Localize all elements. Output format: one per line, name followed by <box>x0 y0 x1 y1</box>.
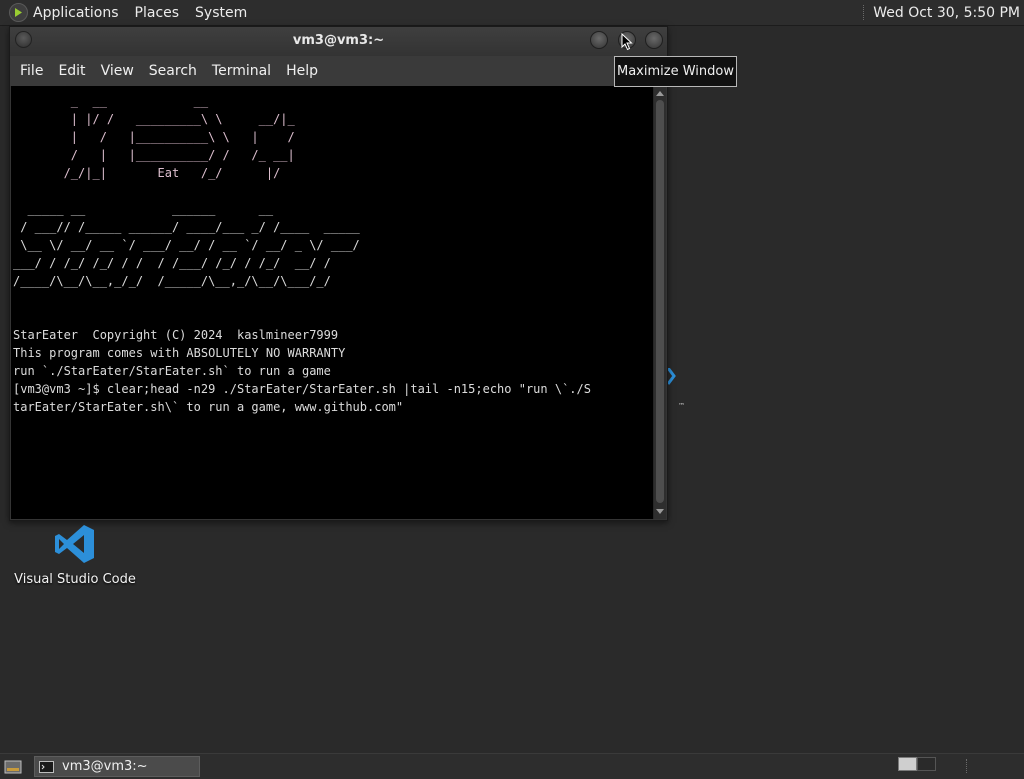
menu-terminal[interactable]: Terminal <box>202 63 271 79</box>
clock[interactable]: Wed Oct 30, 5:50 PM <box>873 5 1020 21</box>
taskbar-label: vm3@vm3:~ <box>62 759 148 774</box>
window-title: vm3@vm3:~ <box>292 33 385 48</box>
ascii-line: | |/ / _________\ \ __/|_ <box>13 112 295 126</box>
top-panel: Applications Places System Wed Oct 30, 5… <box>0 0 1024 26</box>
desktop-icon-vscode[interactable]: Visual Studio Code <box>14 518 136 590</box>
close-button[interactable] <box>645 31 663 49</box>
workspace-1[interactable] <box>898 757 917 771</box>
info-line: run `./StarEater/StarEater.sh` to run a … <box>13 364 331 378</box>
scroll-up-icon[interactable] <box>656 91 664 96</box>
menu-help[interactable]: Help <box>276 63 318 79</box>
scroll-thumb[interactable] <box>656 100 664 503</box>
show-desktop-icon[interactable] <box>3 758 23 776</box>
info-line: This program comes with ABSOLUTELY NO WA… <box>13 346 346 360</box>
window-titlebar[interactable]: vm3@vm3:~ <box>10 27 667 56</box>
menu-places[interactable]: Places <box>135 5 180 21</box>
taskbar-button-terminal[interactable]: vm3@vm3:~ <box>34 756 200 777</box>
terminal-scrollbar[interactable] <box>653 86 666 519</box>
terminal-output[interactable]: _ __ __ | |/ / _________\ \ __/|_ | / |_… <box>11 86 654 519</box>
logo-line: ___/ / /_/ /_/ / / / /___/ /_/ / /_/ __/… <box>13 256 331 270</box>
prompt-line-wrap: tarEater/StarEater.sh\` to run a game, w… <box>13 400 404 414</box>
menu-search[interactable]: Search <box>139 63 197 79</box>
menu-applications[interactable]: Applications <box>33 5 119 21</box>
logo-line: \__ \/ __/ __ `/ ___/ __/ / __ `/ __/ _ … <box>13 238 360 252</box>
mouse-cursor-icon <box>621 33 633 51</box>
maximize-tooltip: Maximize Window <box>614 56 737 87</box>
ascii-line: _ __ __ <box>13 94 209 108</box>
logo-line: /____/\__/\__,_/_/ /_____/\__,_/\__/\___… <box>13 274 331 288</box>
ascii-line: | / |__________\ \ | / <box>13 130 295 144</box>
vscode-icon <box>55 525 94 563</box>
svg-text:™: ™ <box>678 402 685 410</box>
logo-line: / ___// /_____ ______/ ____/___ _/ /____… <box>13 220 360 234</box>
desktop-icon-label: Visual Studio Code <box>14 572 136 587</box>
ascii-line: /_/|_| Eat /_/ |/ <box>13 166 281 180</box>
ascii-line: / | |__________/ / /_ __| <box>13 148 295 162</box>
logo-line: _____ __ ______ __ <box>13 202 274 216</box>
panel-separator <box>966 759 969 773</box>
menu-system[interactable]: System <box>195 5 247 21</box>
scroll-down-icon[interactable] <box>656 509 664 514</box>
prompt-line: [vm3@vm3 ~]$ clear;head -n29 ./StarEater… <box>13 382 591 396</box>
terminal-menubar: File Edit View Search Terminal Help <box>10 56 667 86</box>
minimize-button[interactable] <box>590 31 608 49</box>
workspace-2[interactable] <box>917 757 936 771</box>
panel-separator <box>863 5 866 20</box>
terminal-icon <box>39 760 54 773</box>
menu-file[interactable]: File <box>10 63 43 79</box>
partial-desktop-icon[interactable]: ™ <box>666 367 686 416</box>
distro-logo-icon[interactable] <box>9 3 28 22</box>
bottom-panel: vm3@vm3:~ <box>0 753 1024 779</box>
terminal-window[interactable]: vm3@vm3:~ File Edit View Search Terminal… <box>9 26 668 521</box>
info-line: StarEater Copyright (C) 2024 kaslmineer7… <box>13 328 339 342</box>
menu-view[interactable]: View <box>91 63 134 79</box>
menu-edit[interactable]: Edit <box>48 63 85 79</box>
panel-right-area: Wed Oct 30, 5:50 PM <box>863 0 1024 25</box>
